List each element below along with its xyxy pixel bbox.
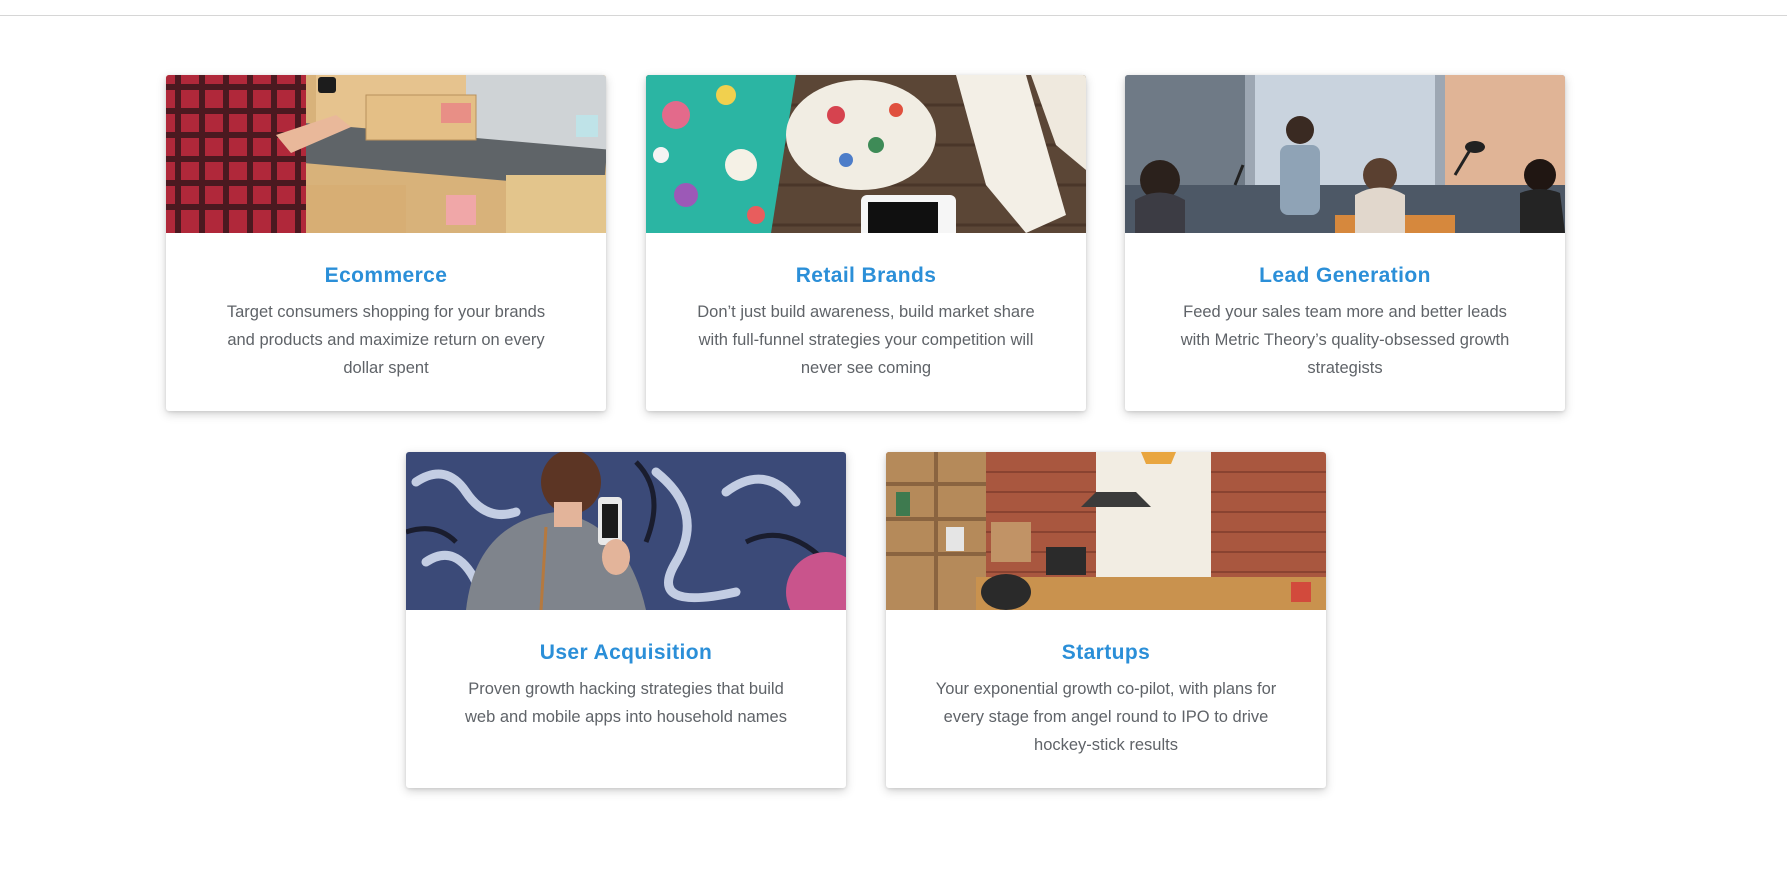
packing-boxes-photo — [166, 75, 606, 233]
brick-office-photo — [886, 452, 1326, 610]
card-retail-brands[interactable]: Retail Brands Don’t just build awareness… — [646, 75, 1086, 411]
card-description: Your exponential growth co-pilot, with p… — [935, 680, 1277, 754]
floral-fashion-flatlay-photo — [646, 75, 1086, 233]
card-title[interactable]: User Acquisition — [406, 640, 846, 666]
card-title[interactable]: Retail Brands — [646, 263, 1086, 289]
card-description: Don’t just build awareness, build market… — [697, 303, 1035, 377]
card-description: Target consumers shopping for your brand… — [226, 303, 546, 377]
header-divider — [0, 15, 1787, 16]
card-lead-generation[interactable]: Lead Generation Feed your sales team mor… — [1125, 75, 1565, 411]
card-title[interactable]: Startups — [886, 640, 1326, 666]
card-user-acquisition[interactable]: User Acquisition Proven growth hacking s… — [406, 452, 846, 788]
office-meeting-photo — [1125, 75, 1565, 233]
card-description: Proven growth hacking strategies that bu… — [465, 680, 787, 726]
card-title[interactable]: Lead Generation — [1125, 263, 1565, 289]
card-startups[interactable]: Startups Your exponential growth co-pilo… — [886, 452, 1326, 788]
card-ecommerce[interactable]: Ecommerce Target consumers shopping for … — [166, 75, 606, 411]
card-description: Feed your sales team more and better lea… — [1180, 303, 1510, 377]
woman-phone-graffiti-photo — [406, 452, 846, 610]
card-title[interactable]: Ecommerce — [166, 263, 606, 289]
